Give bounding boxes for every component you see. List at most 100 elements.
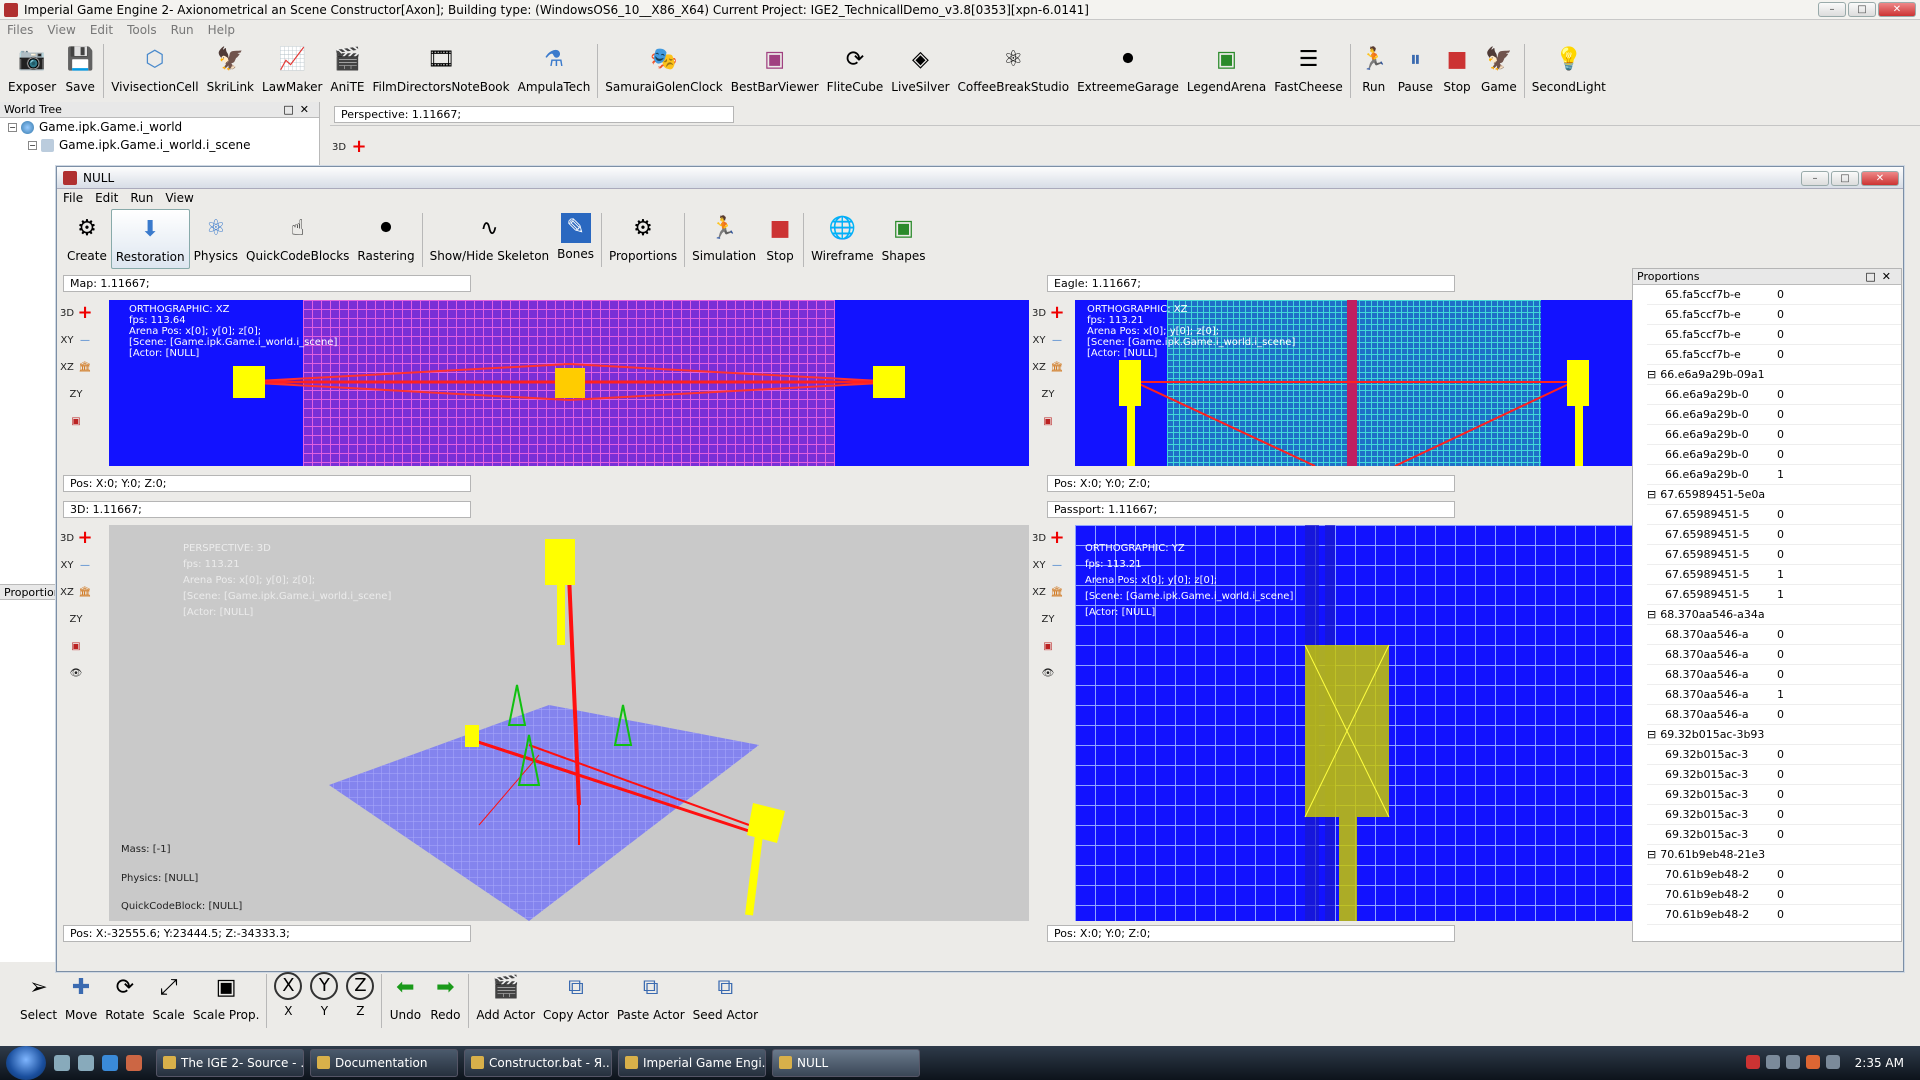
proportion-value[interactable]: 0	[1777, 305, 1784, 325]
lawmaker-button[interactable]: 📈 LawMaker	[258, 40, 326, 100]
maximize-button[interactable]: □	[1848, 2, 1876, 17]
view-xz-button[interactable]: XZ	[1030, 358, 1048, 378]
passport-viewport[interactable]: ORTHOGRAPHIC: YZ fps: 113.21 Arena Pos: …	[1075, 525, 1633, 921]
minus-icon[interactable]: —	[76, 331, 94, 351]
proportion-value[interactable]: 1	[1777, 565, 1784, 585]
tray-volume-icon[interactable]	[1786, 1055, 1800, 1069]
stop-button[interactable]: ■ Stop	[760, 209, 800, 269]
media-icon[interactable]	[126, 1055, 142, 1071]
proportion-group[interactable]: ⊟ 70.61b9eb48-21e3	[1647, 845, 1901, 865]
restoration-button[interactable]: ⬇ Restoration	[110, 209, 190, 269]
proportion-row[interactable]: 68.370aa546-a 0	[1647, 625, 1901, 645]
proportion-group[interactable]: ⊟ 68.370aa546-a34a	[1647, 605, 1901, 625]
map-viewport[interactable]: ORTHOGRAPHIC: XZ fps: 113.64 Arena Pos: …	[109, 300, 1029, 466]
menu-run[interactable]: Run	[164, 23, 201, 37]
tree-node-scene[interactable]: − Game.ipk.Game.i_world.i_scene	[0, 136, 319, 154]
threed-viewport[interactable]: PERSPECTIVE: 3D fps: 113.21 Arena Pos: x…	[109, 525, 1029, 921]
proportion-row[interactable]: 69.32b015ac-3 0	[1647, 765, 1901, 785]
menu-run[interactable]: Run	[124, 191, 159, 205]
task-item-constructor[interactable]: Constructor.bat - Я...	[464, 1049, 612, 1077]
view-3d-button[interactable]: 3D	[58, 304, 76, 324]
proportion-row[interactable]: 65.fa5ccf7b-e 0	[1647, 345, 1901, 365]
view-xy-button[interactable]: XY	[1030, 556, 1048, 576]
record-icon[interactable]: ▣	[1039, 637, 1057, 657]
proportion-row[interactable]: 67.65989451-5 0	[1647, 545, 1901, 565]
columns-icon[interactable]: 🏛	[76, 358, 94, 378]
eye-icon[interactable]: 👁	[67, 664, 85, 684]
stop-button[interactable]: ■ Stop	[1437, 40, 1477, 100]
proportion-row[interactable]: 70.61b9eb48-2 0	[1647, 865, 1901, 885]
menu-view[interactable]: View	[40, 23, 82, 37]
undo-button[interactable]: ⬅ Undo	[385, 970, 425, 1026]
menu-edit[interactable]: Edit	[89, 191, 124, 205]
panel-buttons[interactable]: □✕	[1865, 269, 1897, 284]
show-desktop-icon[interactable]	[54, 1055, 70, 1071]
proportion-value[interactable]: 0	[1777, 325, 1784, 345]
proportion-row[interactable]: 68.370aa546-a 1	[1647, 685, 1901, 705]
proportion-value[interactable]: 1	[1777, 685, 1784, 705]
bones-button[interactable]: ✎ Bones	[553, 209, 598, 269]
maximize-button[interactable]: □	[1831, 171, 1859, 186]
proportion-value[interactable]: 0	[1777, 765, 1784, 785]
proportion-row[interactable]: 70.61b9eb48-2 0	[1647, 885, 1901, 905]
close-button[interactable]: ✕	[1878, 2, 1916, 17]
axis-y-button[interactable]: YY	[306, 970, 342, 1026]
ampulatech-button[interactable]: ⚗ AmpulaTech	[514, 40, 595, 100]
bestbarviewer-button[interactable]: ▣ BestBarViewer	[727, 40, 823, 100]
add-icon[interactable]: +	[76, 528, 94, 549]
proportion-value[interactable]: 0	[1777, 785, 1784, 805]
paste-actor-button[interactable]: ⧉ Paste Actor	[613, 970, 689, 1026]
browser-icon[interactable]	[102, 1055, 118, 1071]
copy-actor-button[interactable]: ⧉ Copy Actor	[539, 970, 613, 1026]
proportion-value[interactable]: 0	[1777, 825, 1784, 845]
proportion-row[interactable]: 65.fa5ccf7b-e 0	[1647, 305, 1901, 325]
flitecube-button[interactable]: ⟳ FliteCube	[823, 40, 888, 100]
minus-icon[interactable]: —	[1048, 331, 1066, 351]
show-hide-skeleton-button[interactable]: ∿ Show/Hide Skeleton	[426, 209, 553, 269]
view-xy-button[interactable]: XY	[58, 556, 76, 576]
move-button[interactable]: ✚ Move	[61, 970, 101, 1026]
pause-button[interactable]: ⏸ Pause	[1394, 40, 1437, 100]
menu-help[interactable]: Help	[201, 23, 242, 37]
create-button[interactable]: ⚙ Create	[63, 209, 111, 269]
proportion-group[interactable]: ⊟ 67.65989451-5e0a	[1647, 485, 1901, 505]
collapse-icon[interactable]: ⊟	[1647, 365, 1656, 385]
add-icon[interactable]: +	[76, 303, 94, 324]
proportion-value[interactable]: 0	[1777, 445, 1784, 465]
switch-windows-icon[interactable]	[78, 1055, 94, 1071]
minimize-button[interactable]: –	[1818, 2, 1846, 17]
proportion-row[interactable]: 66.e6a9a29b-0 0	[1647, 445, 1901, 465]
skrilink-button[interactable]: 🦅 SkriLink	[203, 40, 258, 100]
proportion-group[interactable]: ⊟ 66.e6a9a29b-09a1	[1647, 365, 1901, 385]
tree-node-world[interactable]: − Game.ipk.Game.i_world	[0, 118, 319, 136]
proportion-row[interactable]: 65.fa5ccf7b-e 0	[1647, 325, 1901, 345]
menu-files[interactable]: Files	[0, 23, 40, 37]
collapse-icon[interactable]: ⊟	[1647, 845, 1656, 865]
task-item-imperial[interactable]: Imperial Game Engi...	[618, 1049, 766, 1077]
record-icon[interactable]: ▣	[1039, 412, 1057, 432]
view-3d-button[interactable]: 3D	[1030, 304, 1048, 324]
proportion-row[interactable]: 67.65989451-5 1	[1647, 585, 1901, 605]
proportion-row[interactable]: 67.65989451-5 0	[1647, 525, 1901, 545]
tray-network-icon[interactable]	[1766, 1055, 1780, 1069]
proportion-tab[interactable]: Proportion	[0, 584, 61, 600]
add-icon[interactable]: +	[1048, 303, 1066, 324]
proportion-value[interactable]: 1	[1777, 585, 1784, 605]
proportion-row[interactable]: 69.32b015ac-3 0	[1647, 805, 1901, 825]
proportion-value[interactable]: 0	[1777, 345, 1784, 365]
proportion-value[interactable]: 0	[1777, 805, 1784, 825]
menu-view[interactable]: View	[159, 191, 199, 205]
proportion-row[interactable]: 66.e6a9a29b-0 0	[1647, 405, 1901, 425]
proportion-row[interactable]: 69.32b015ac-3 0	[1647, 745, 1901, 765]
shapes-button[interactable]: ▣ Shapes	[878, 209, 930, 269]
proportion-value[interactable]: 0	[1777, 665, 1784, 685]
columns-icon[interactable]: 🏛	[1048, 583, 1066, 603]
quickcodeblocks-button[interactable]: ☝ QuickCodeBlocks	[242, 209, 353, 269]
3d-view-button[interactable]: 3D	[330, 138, 348, 158]
wireframe-button[interactable]: 🌐 Wireframe	[807, 209, 878, 269]
proportion-row[interactable]: 68.370aa546-a 0	[1647, 645, 1901, 665]
run-button[interactable]: 🏃 Run	[1354, 40, 1394, 100]
view-3d-button[interactable]: 3D	[1030, 529, 1048, 549]
scale-prop-button[interactable]: ▣ Scale Prop.	[189, 970, 264, 1026]
rastering-button[interactable]: ⚫ Rastering	[353, 209, 418, 269]
